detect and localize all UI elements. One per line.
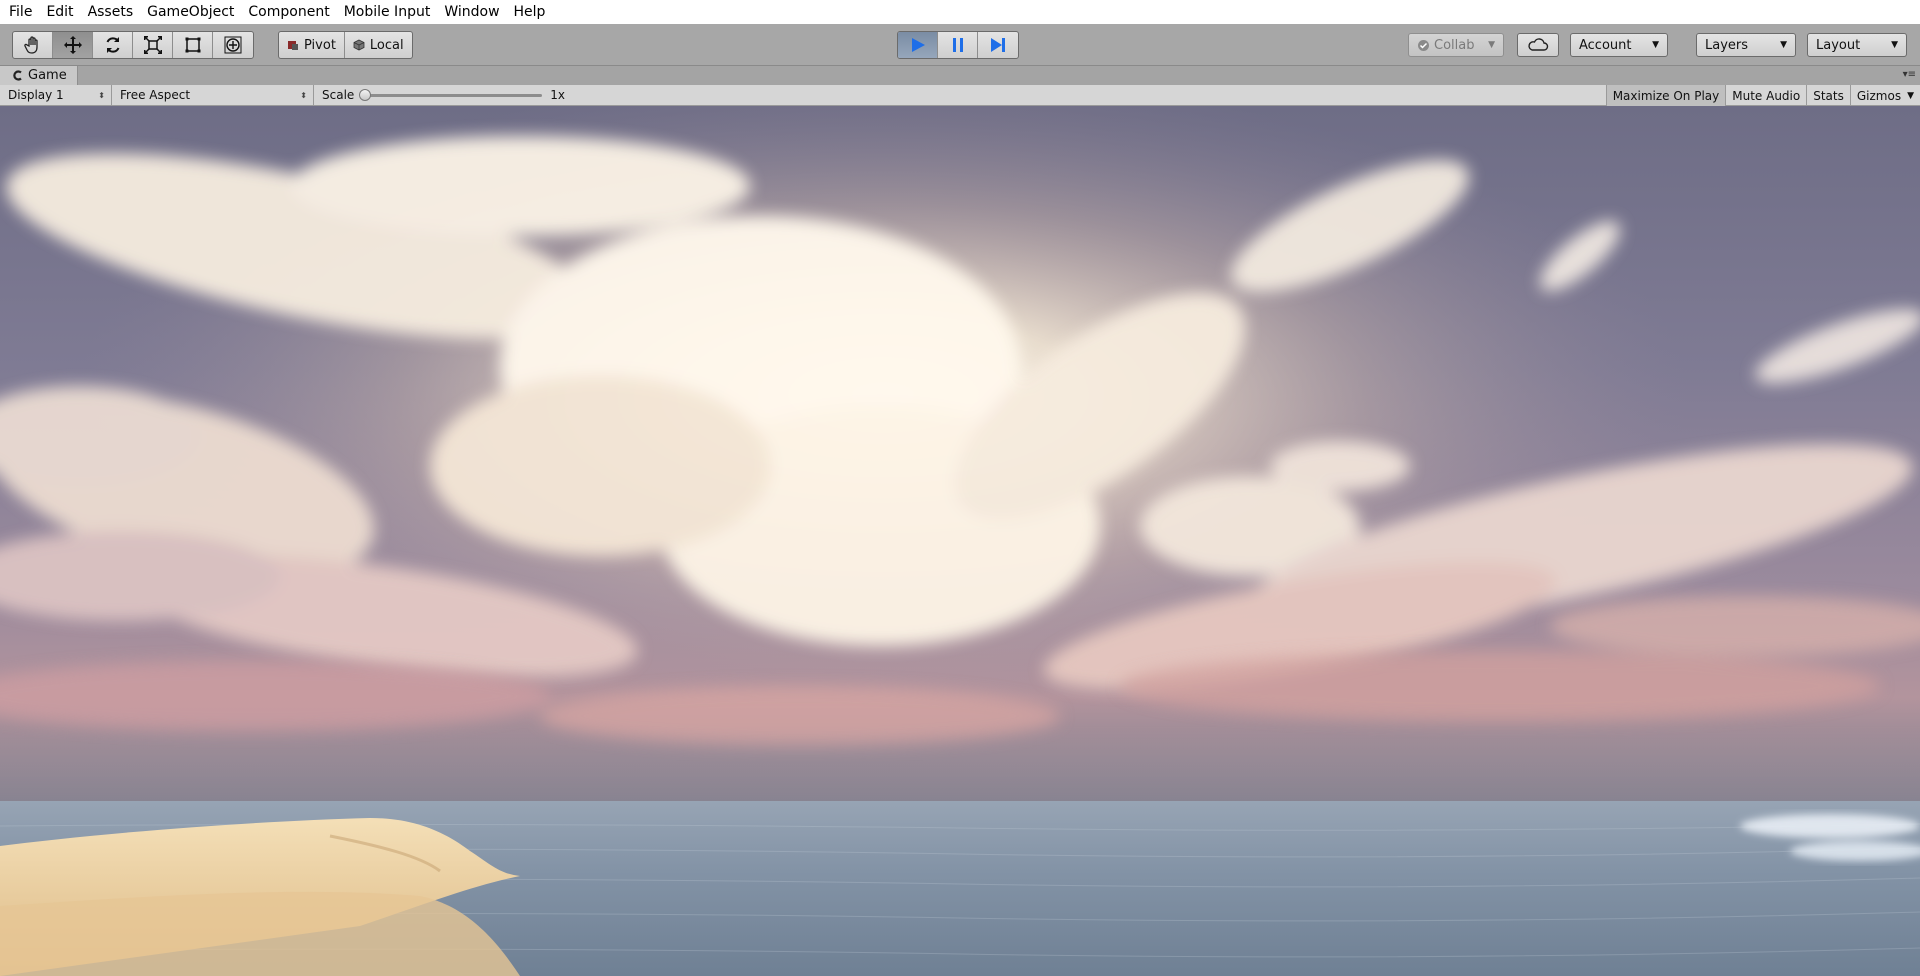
pause-button[interactable] [938,32,978,58]
menu-window[interactable]: Window [437,0,506,24]
play-button[interactable] [898,32,938,58]
pause-icon [952,38,963,52]
game-viewport[interactable] [0,106,1920,976]
playback-controls [897,31,1019,59]
collab-label: Collab [1434,37,1475,53]
cloud-icon [1528,38,1549,51]
tab-game[interactable]: Game [0,66,78,85]
play-icon [911,38,925,52]
transform-tool-icon [224,36,242,54]
chevron-down-icon: ▼ [1652,40,1659,50]
tab-menu-icon[interactable]: ▾≡ [1903,69,1916,80]
menu-bar: File Edit Assets GameObject Component Mo… [0,0,1920,24]
account-label: Account [1579,37,1632,53]
scale-control: Scale 1x [314,88,565,102]
game-scene-render [0,106,1920,976]
game-tab-icon [13,70,22,81]
chevron-down-icon: ▼ [1907,90,1914,101]
scale-label: Scale [322,88,355,102]
move-tool-button[interactable] [53,32,93,58]
local-cube-icon [353,39,365,51]
layers-dropdown[interactable]: Layers ▼ [1696,33,1796,57]
step-button[interactable] [978,32,1018,58]
rect-tool-icon [185,37,200,53]
main-toolbar: Pivot Local Collab ▼ Account ▼ Layers ▼ … [0,24,1920,66]
check-circle-icon [1418,39,1429,51]
gizmos-toggle[interactable]: Gizmos ▼ [1849,85,1920,106]
scale-slider-thumb[interactable] [359,88,372,101]
layers-label: Layers [1705,37,1749,53]
collab-dropdown[interactable]: Collab ▼ [1408,33,1504,57]
mute-audio-toggle[interactable]: Mute Audio [1725,85,1806,106]
rect-tool-button[interactable] [173,32,213,58]
scale-tool-icon [143,36,162,54]
updown-arrows-icon: ⬍ [98,90,105,100]
game-view-toolbar: Display 1 ⬍ Free Aspect ⬍ Scale 1x Maxim… [0,84,1920,106]
hand-tool-button[interactable] [13,32,53,58]
menu-help[interactable]: Help [507,0,553,24]
updown-arrows-icon: ⬍ [300,90,307,100]
step-icon [991,38,1005,52]
stats-toggle[interactable]: Stats [1806,85,1850,106]
layout-label: Layout [1816,37,1861,53]
game-view-toggles: Maximize On Play Mute Audio Stats Gizmos… [1605,85,1920,106]
gizmos-label: Gizmos [1856,88,1902,103]
local-label: Local [369,37,404,53]
cloud-button[interactable] [1517,33,1559,57]
chevron-down-icon: ▼ [1891,40,1898,50]
account-dropdown[interactable]: Account ▼ [1570,33,1668,57]
pivot-local-group: Pivot Local [278,31,413,59]
rotate-tool-button[interactable] [93,32,133,58]
aspect-label: Free Aspect [120,88,191,102]
layout-dropdown[interactable]: Layout ▼ [1807,33,1907,57]
maximize-on-play-toggle[interactable]: Maximize On Play [1605,85,1726,106]
chevron-down-icon: ▼ [1488,40,1495,50]
aspect-dropdown[interactable]: Free Aspect ⬍ [112,84,314,106]
menu-component[interactable]: Component [241,0,336,24]
transform-tool-button[interactable] [213,32,253,58]
transform-tools [12,31,254,59]
rotate-tool-icon [106,37,119,53]
menu-edit[interactable]: Edit [39,0,80,24]
tab-bar: Game ▾≡ [0,66,1920,85]
pivot-label: Pivot [304,37,336,53]
scale-tool-button[interactable] [133,32,173,58]
pivot-icon [288,41,298,50]
menu-mobile-input[interactable]: Mobile Input [337,0,438,24]
local-button[interactable]: Local [345,32,412,58]
hand-tool-icon [23,36,38,54]
tab-game-label: Game [28,68,67,83]
menu-file[interactable]: File [2,0,39,24]
chevron-down-icon: ▼ [1780,40,1787,50]
scale-value: 1x [550,88,566,102]
menu-assets[interactable]: Assets [81,0,141,24]
display-dropdown[interactable]: Display 1 ⬍ [0,84,112,106]
scale-slider[interactable] [359,88,543,101]
move-tool-icon [63,36,82,54]
display-label: Display 1 [8,88,64,102]
pivot-button[interactable]: Pivot [279,32,345,58]
menu-gameobject[interactable]: GameObject [140,0,241,24]
